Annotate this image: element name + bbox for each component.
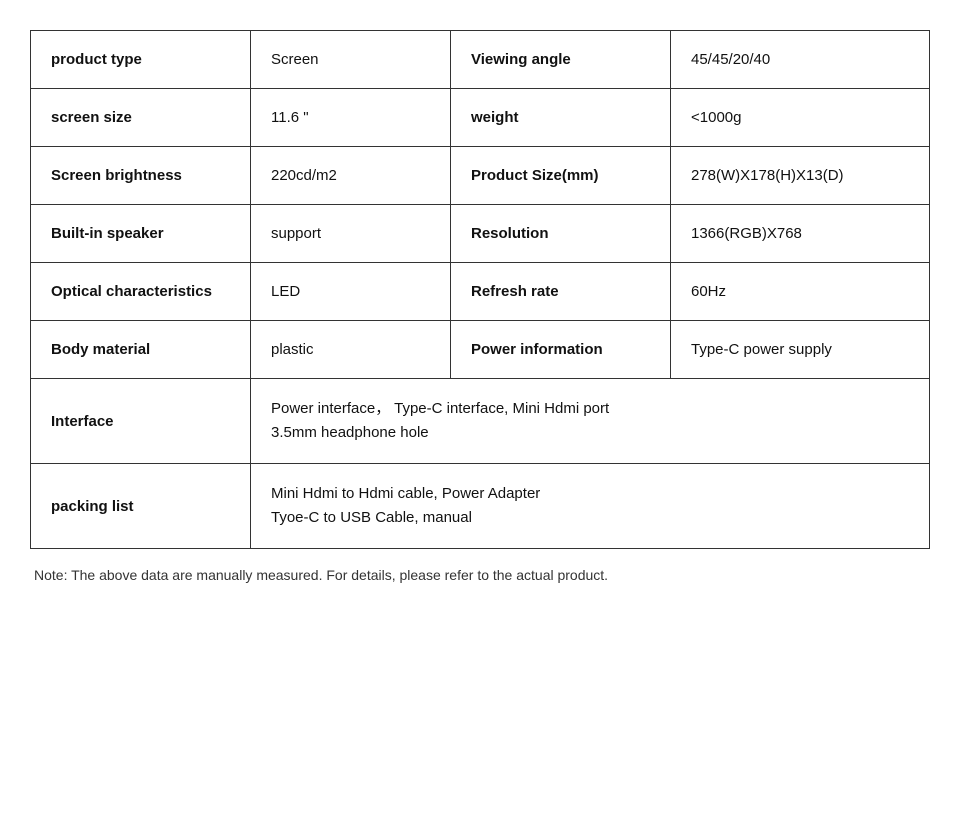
- value-cell-left: plastic: [251, 321, 451, 379]
- value-cell-right: 45/45/20/40: [671, 31, 930, 89]
- value-cell-right: <1000g: [671, 89, 930, 147]
- page-container: product type Screen Viewing angle 45/45/…: [20, 20, 940, 593]
- label-cell-left: Body material: [31, 321, 251, 379]
- table-row: Body material plastic Power information …: [31, 321, 930, 379]
- span-value-cell: Mini Hdmi to Hdmi cable, Power AdapterTy…: [251, 464, 930, 549]
- value-cell-left: support: [251, 205, 451, 263]
- label-cell-right: weight: [451, 89, 671, 147]
- label-cell-left: screen size: [31, 89, 251, 147]
- label-cell-left: Optical characteristics: [31, 263, 251, 321]
- spec-table: product type Screen Viewing angle 45/45/…: [30, 30, 930, 549]
- label-cell-left: Screen brightness: [31, 147, 251, 205]
- label-cell-left: Interface: [31, 379, 251, 464]
- table-row: product type Screen Viewing angle 45/45/…: [31, 31, 930, 89]
- label-cell-left: packing list: [31, 464, 251, 549]
- label-cell-right: Power information: [451, 321, 671, 379]
- value-cell-left: 220cd/m2: [251, 147, 451, 205]
- value-cell-left: LED: [251, 263, 451, 321]
- table-row: screen size 11.6 " weight <1000g: [31, 89, 930, 147]
- table-row: Screen brightness 220cd/m2 Product Size(…: [31, 147, 930, 205]
- label-cell-left: product type: [31, 31, 251, 89]
- span-value-cell: Power interface， Type-C interface, Mini …: [251, 379, 930, 464]
- table-row: packing list Mini Hdmi to Hdmi cable, Po…: [31, 464, 930, 549]
- label-cell-right: Viewing angle: [451, 31, 671, 89]
- label-cell-right: Resolution: [451, 205, 671, 263]
- label-cell-right: Product Size(mm): [451, 147, 671, 205]
- label-cell-right: Refresh rate: [451, 263, 671, 321]
- value-cell-right: 1366(RGB)X768: [671, 205, 930, 263]
- table-row: Interface Power interface， Type-C interf…: [31, 379, 930, 464]
- label-cell-left: Built-in speaker: [31, 205, 251, 263]
- value-cell-left: Screen: [251, 31, 451, 89]
- value-cell-right: Type-C power supply: [671, 321, 930, 379]
- value-cell-left: 11.6 ": [251, 89, 451, 147]
- table-row: Built-in speaker support Resolution 1366…: [31, 205, 930, 263]
- note-text: Note: The above data are manually measur…: [30, 567, 930, 583]
- value-cell-right: 60Hz: [671, 263, 930, 321]
- value-cell-right: 278(W)X178(H)X13(D): [671, 147, 930, 205]
- table-row: Optical characteristics LED Refresh rate…: [31, 263, 930, 321]
